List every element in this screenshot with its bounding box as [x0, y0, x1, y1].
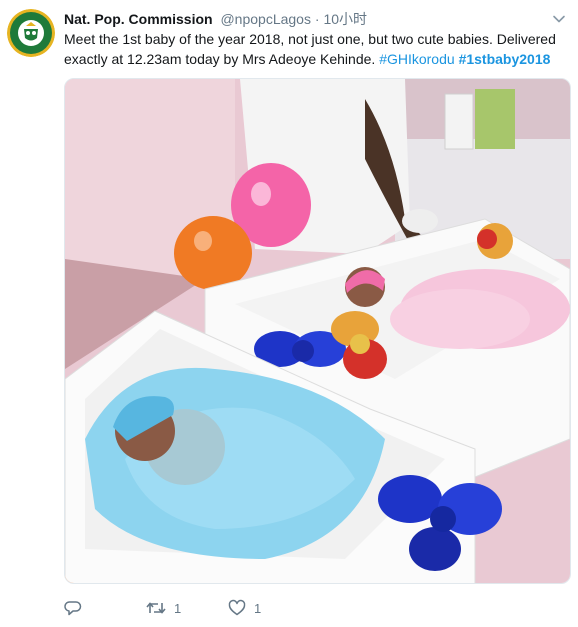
heart-icon: [228, 599, 246, 616]
retweet-count: 1: [174, 600, 182, 616]
hashtag-ghikorodu[interactable]: #GHIkorodu: [379, 51, 454, 67]
timestamp[interactable]: 10小时: [323, 11, 367, 27]
retweet-button[interactable]: 1: [146, 596, 181, 620]
hashtag-1stbaby2018[interactable]: #1stbaby2018: [459, 51, 551, 67]
author-handle[interactable]: @npopcLagos: [220, 11, 311, 27]
author-name[interactable]: Nat. Pop. Commission: [64, 11, 213, 27]
tweet-photo[interactable]: [64, 78, 571, 584]
like-count: 1: [254, 600, 262, 616]
reply-button[interactable]: [64, 596, 82, 620]
like-button[interactable]: 1: [228, 596, 261, 620]
babies-photo-illustration: [65, 79, 570, 583]
tweet-text: Meet the 1st baby of the year 2018, not …: [64, 29, 564, 69]
chevron-down-icon[interactable]: [552, 12, 566, 26]
tweet-card[interactable]: Nat. Pop. Commission @npopcLagos · 10小时 …: [0, 0, 578, 627]
separator-dot: ·: [314, 11, 320, 27]
avatar[interactable]: [7, 9, 55, 57]
tweet-header: Nat. Pop. Commission @npopcLagos · 10小时: [64, 10, 548, 28]
reply-icon: [64, 601, 82, 616]
npc-logo: [7, 9, 55, 57]
retweet-icon: [146, 602, 166, 614]
